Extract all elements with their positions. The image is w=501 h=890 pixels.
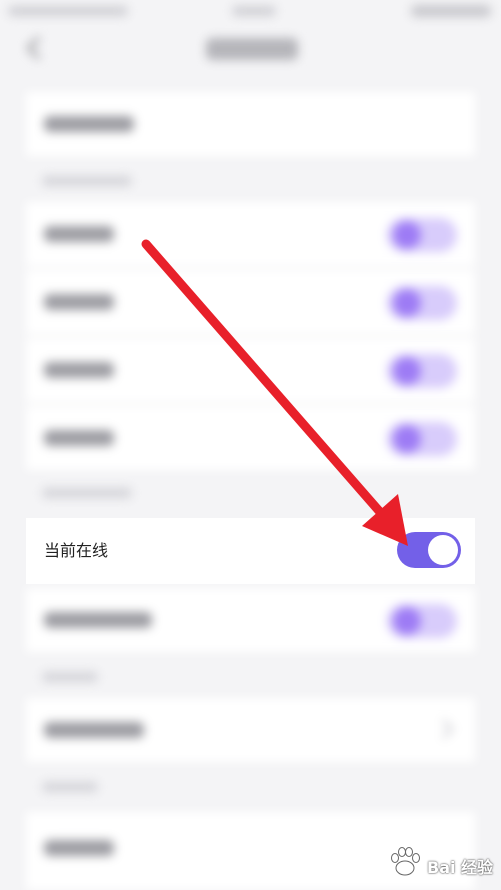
status-bar xyxy=(0,0,501,24)
nav-bar xyxy=(0,24,501,84)
settings-screen: 当前在线 Bai 经验 xyxy=(0,0,501,890)
section-header xyxy=(42,488,132,498)
section-header xyxy=(42,176,132,186)
chevron-right-icon xyxy=(434,719,454,739)
settings-row-5[interactable] xyxy=(26,406,475,470)
paw-logo-icon xyxy=(391,847,420,876)
status-bar-time xyxy=(232,6,276,16)
settings-row-label xyxy=(44,294,114,310)
settings-row-1[interactable] xyxy=(26,92,475,156)
settings-row-2[interactable] xyxy=(26,202,475,266)
settings-row-label xyxy=(44,116,134,132)
watermark-text: Bai 经验 xyxy=(427,858,494,877)
toggle-switch[interactable] xyxy=(387,354,457,388)
toggle-knob xyxy=(428,535,458,565)
toggle-switch[interactable] xyxy=(387,218,457,252)
status-bar-carrier xyxy=(8,6,128,16)
section-header xyxy=(42,782,98,792)
status-bar-battery-icon xyxy=(411,5,491,17)
toggle-switch[interactable] xyxy=(387,422,457,456)
page-title xyxy=(206,38,298,60)
settings-row-label xyxy=(44,722,144,738)
online-status-row[interactable]: 当前在线 xyxy=(26,518,475,584)
settings-row-6[interactable] xyxy=(26,588,475,652)
settings-row-label xyxy=(44,226,114,242)
settings-row-label xyxy=(44,362,114,378)
online-status-toggle[interactable] xyxy=(397,532,461,568)
settings-row-4[interactable] xyxy=(26,338,475,402)
settings-row-label xyxy=(44,612,152,628)
watermark: Bai 经验 xyxy=(385,840,495,884)
settings-row-label xyxy=(44,430,114,446)
section-header xyxy=(42,672,98,682)
toggle-switch[interactable] xyxy=(387,604,457,638)
settings-row-3[interactable] xyxy=(26,270,475,334)
settings-row-7[interactable] xyxy=(26,698,475,762)
toggle-switch[interactable] xyxy=(387,286,457,320)
back-icon[interactable] xyxy=(26,36,50,60)
online-status-label: 当前在线 xyxy=(44,541,109,560)
settings-row-label xyxy=(44,840,114,856)
